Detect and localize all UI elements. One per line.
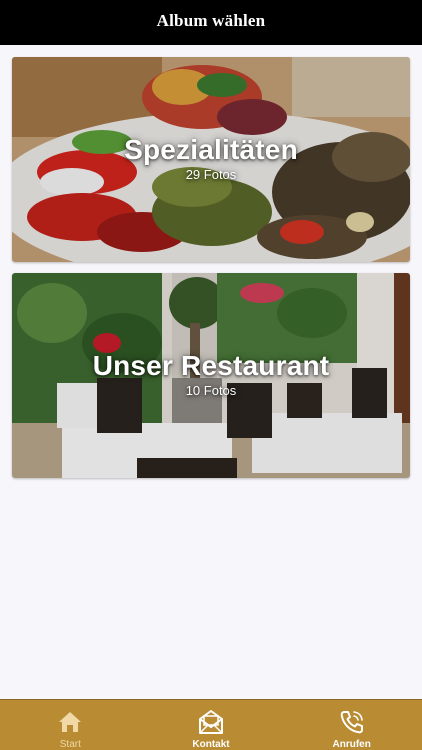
tab-label: Kontakt <box>192 739 230 750</box>
page-title: Album wählen <box>156 10 266 30</box>
album-card-spezialitaeten[interactable]: Spezialitäten 29 Fotos <box>12 57 410 262</box>
navigation-bar: Album wählen <box>0 0 422 45</box>
tab-label: Start <box>59 739 81 750</box>
album-title: Spezialitäten <box>124 134 298 165</box>
album-photo-count: 29 Fotos <box>185 167 237 182</box>
tab-start[interactable]: Start <box>0 700 141 750</box>
home-icon <box>59 712 82 732</box>
tab-kontakt[interactable]: Kontakt <box>141 700 282 750</box>
album-title: Unser Restaurant <box>92 350 330 381</box>
tab-bar: Start Kontakt Anrufen <box>0 699 422 750</box>
tab-anrufen[interactable]: Anrufen <box>281 700 422 750</box>
tab-label: Anrufen <box>332 739 371 750</box>
album-caption: Unser Restaurant 10 Fotos <box>12 350 410 398</box>
album-photo-count: 10 Fotos <box>185 383 237 398</box>
phone-icon <box>340 711 363 734</box>
album-card-unser-restaurant[interactable]: Unser Restaurant 10 Fotos <box>12 273 410 478</box>
envelope-icon <box>199 710 223 734</box>
album-caption: Spezialitäten 29 Fotos <box>12 134 410 182</box>
